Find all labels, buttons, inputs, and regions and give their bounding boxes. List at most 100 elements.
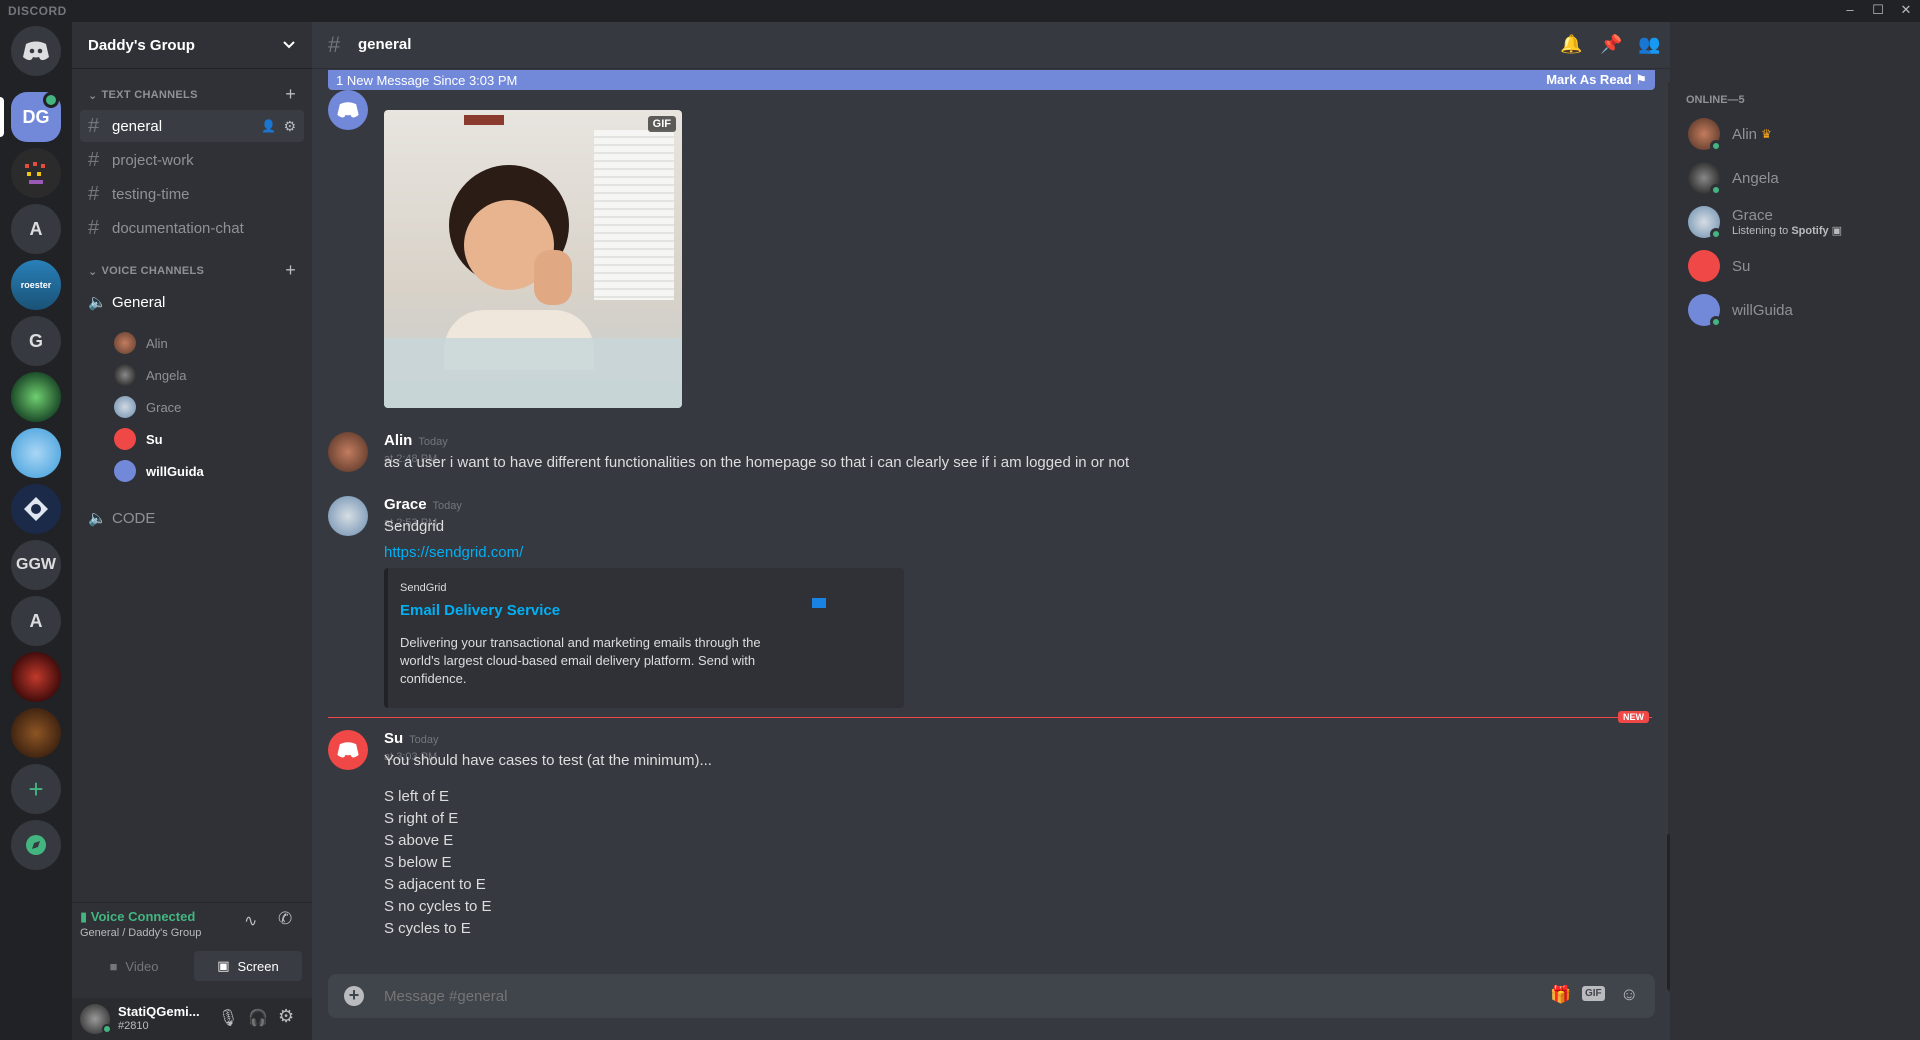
add-server-icon[interactable]: + [11,764,61,814]
discord-home-icon[interactable] [11,26,61,76]
disconnect-icon[interactable]: ✆ [278,909,292,929]
voice-user-willguida[interactable]: willGuida [114,458,204,484]
headphones-icon[interactable]: 🎧 [248,1008,268,1028]
avatar[interactable] [328,90,368,130]
status-dot [102,1024,112,1034]
minimize-icon[interactable]: – [1836,0,1864,22]
server-green-orb[interactable] [11,372,61,422]
hash-icon: # [88,216,100,239]
voice-connected-label[interactable]: ▮ Voice Connected [80,909,195,925]
server-a2[interactable]: A [11,596,61,646]
server-g[interactable]: G [11,316,61,366]
add-attachment-icon[interactable]: + [344,986,364,1006]
server-roester[interactable]: roester [11,260,61,310]
pin-icon[interactable]: 📌 [1600,34,1622,55]
voice-channel-code[interactable]: 🔈 CODE [80,502,304,534]
embed-description: Delivering your transactional and market… [400,635,761,686]
hash-icon: # [88,148,100,171]
message-line: S no cycles to E [384,898,492,915]
voice-channels-category[interactable]: ⌄ VOICE CHANNELS + [72,260,312,281]
channel-documentation-chat[interactable]: # documentation-chat [80,212,304,244]
server-ggw[interactable]: GGW [11,540,61,590]
app-brand: DISCORD [8,4,67,18]
avatar[interactable] [328,496,368,536]
bell-icon[interactable]: 🔔 [1560,34,1582,55]
explore-servers-icon[interactable] [11,820,61,870]
new-messages-bar[interactable]: 1 New Message Since 3:03 PM Mark As Read… [328,70,1655,90]
channel-general[interactable]: # general 👤 ⚙ [80,110,304,142]
text-channels-category[interactable]: ⌄ TEXT CHANNELS + [72,84,312,105]
message-composer: + 🎁 GIF ☺ [328,974,1655,1018]
message-input[interactable] [384,982,1534,1010]
member-willguida[interactable]: willGuida [1688,290,1793,330]
member-alin[interactable]: Alin ♛ [1688,114,1772,154]
server-pixel[interactable] [11,148,61,198]
server-a1[interactable]: A [11,204,61,254]
invite-icon[interactable]: 👤 [261,119,276,133]
server-ninja[interactable] [11,484,61,534]
new-messages-divider [328,717,1652,718]
message-line: S right of E [384,810,459,827]
channel-project-work[interactable]: # project-work [80,144,304,176]
blinds-decor [594,130,674,300]
gif-attachment[interactable]: GIF [384,110,682,408]
avatar[interactable] [328,730,368,770]
screen-share-button[interactable]: ▣ Screen [194,951,302,981]
avatar [1688,250,1720,282]
emoji-icon[interactable]: ☺ [1620,984,1638,1005]
frame-decor [464,115,504,125]
channel-testing-time[interactable]: # testing-time [80,178,304,210]
selected-server-pill [0,97,4,137]
user-panel: StatiQGemi... #2810 🎙 🎧 ⚙ [72,998,312,1040]
channel-name: general [358,36,412,53]
server-blue-face[interactable] [11,428,61,478]
message-line: S left of E [384,788,450,805]
gear-icon[interactable]: ⚙ [283,118,296,135]
add-channel-icon[interactable]: + [285,84,296,105]
avatar [1688,294,1722,328]
gift-icon[interactable]: 🎁 [1550,985,1571,1005]
video-button[interactable]: ■ Video [80,951,188,981]
embed-title[interactable]: Email Delivery Service [400,602,560,619]
voice-channel-general[interactable]: 🔈 General [80,286,304,318]
sendgrid-logo-icon [812,598,826,608]
member-angela[interactable]: Angela [1688,158,1779,198]
channel-sidebar: Daddy's Group ⌄ TEXT CHANNELS + # general… [72,22,312,1040]
title-bar: DISCORD – ☐ ✕ [0,0,1920,22]
chevron-down-icon[interactable] [282,40,296,50]
user-tag: #2810 [118,1020,149,1032]
noise-suppression-icon[interactable]: ∿ [244,911,257,931]
guild-name: Daddy's Group [88,36,195,54]
mark-as-read-button[interactable]: Mark As Read ⚑ [1546,72,1647,88]
voice-user-alin[interactable]: Alin [114,330,168,356]
voice-user-grace[interactable]: Grace [114,394,181,420]
voice-user-angela[interactable]: Angela [114,362,186,388]
server-face-avatar[interactable] [11,708,61,758]
maximize-icon[interactable]: ☐ [1864,0,1892,22]
message-line: You should have cases to test (at the mi… [384,752,712,769]
microphone-icon[interactable]: 🎙 [218,1008,238,1028]
avatar [114,396,136,418]
gif-badge: GIF [647,116,676,132]
add-channel-icon[interactable]: + [285,260,296,281]
member-grace[interactable]: Grace Listening to Spotify ▣ [1688,202,1842,242]
avatar [114,364,136,386]
member-su[interactable]: Su [1688,246,1750,286]
new-badge: NEW [1618,711,1649,723]
gif-picker-icon[interactable]: GIF [1582,986,1605,1001]
member-list: ONLINE—5 Alin ♛ Angela Grace Listening t… [1670,22,1920,1040]
user-settings-icon[interactable]: ⚙ [278,1006,294,1027]
guild-header[interactable]: Daddy's Group [72,22,312,69]
server-red-avatar[interactable] [11,652,61,702]
signal-icon: ▮ [80,909,88,924]
speaker-icon: 🔈 [88,510,107,527]
avatar[interactable] [328,432,368,472]
hash-icon: # [88,114,100,137]
member-list-icon[interactable]: 👥 [1638,34,1660,55]
voice-user-su[interactable]: Su [114,426,163,452]
close-icon[interactable]: ✕ [1892,0,1920,22]
username: StatiQGemi... [118,1004,200,1019]
thumbs-up-hand [534,250,572,305]
message-line: S cycles to E [384,920,471,937]
message-link[interactable]: https://sendgrid.com/ [384,544,523,561]
